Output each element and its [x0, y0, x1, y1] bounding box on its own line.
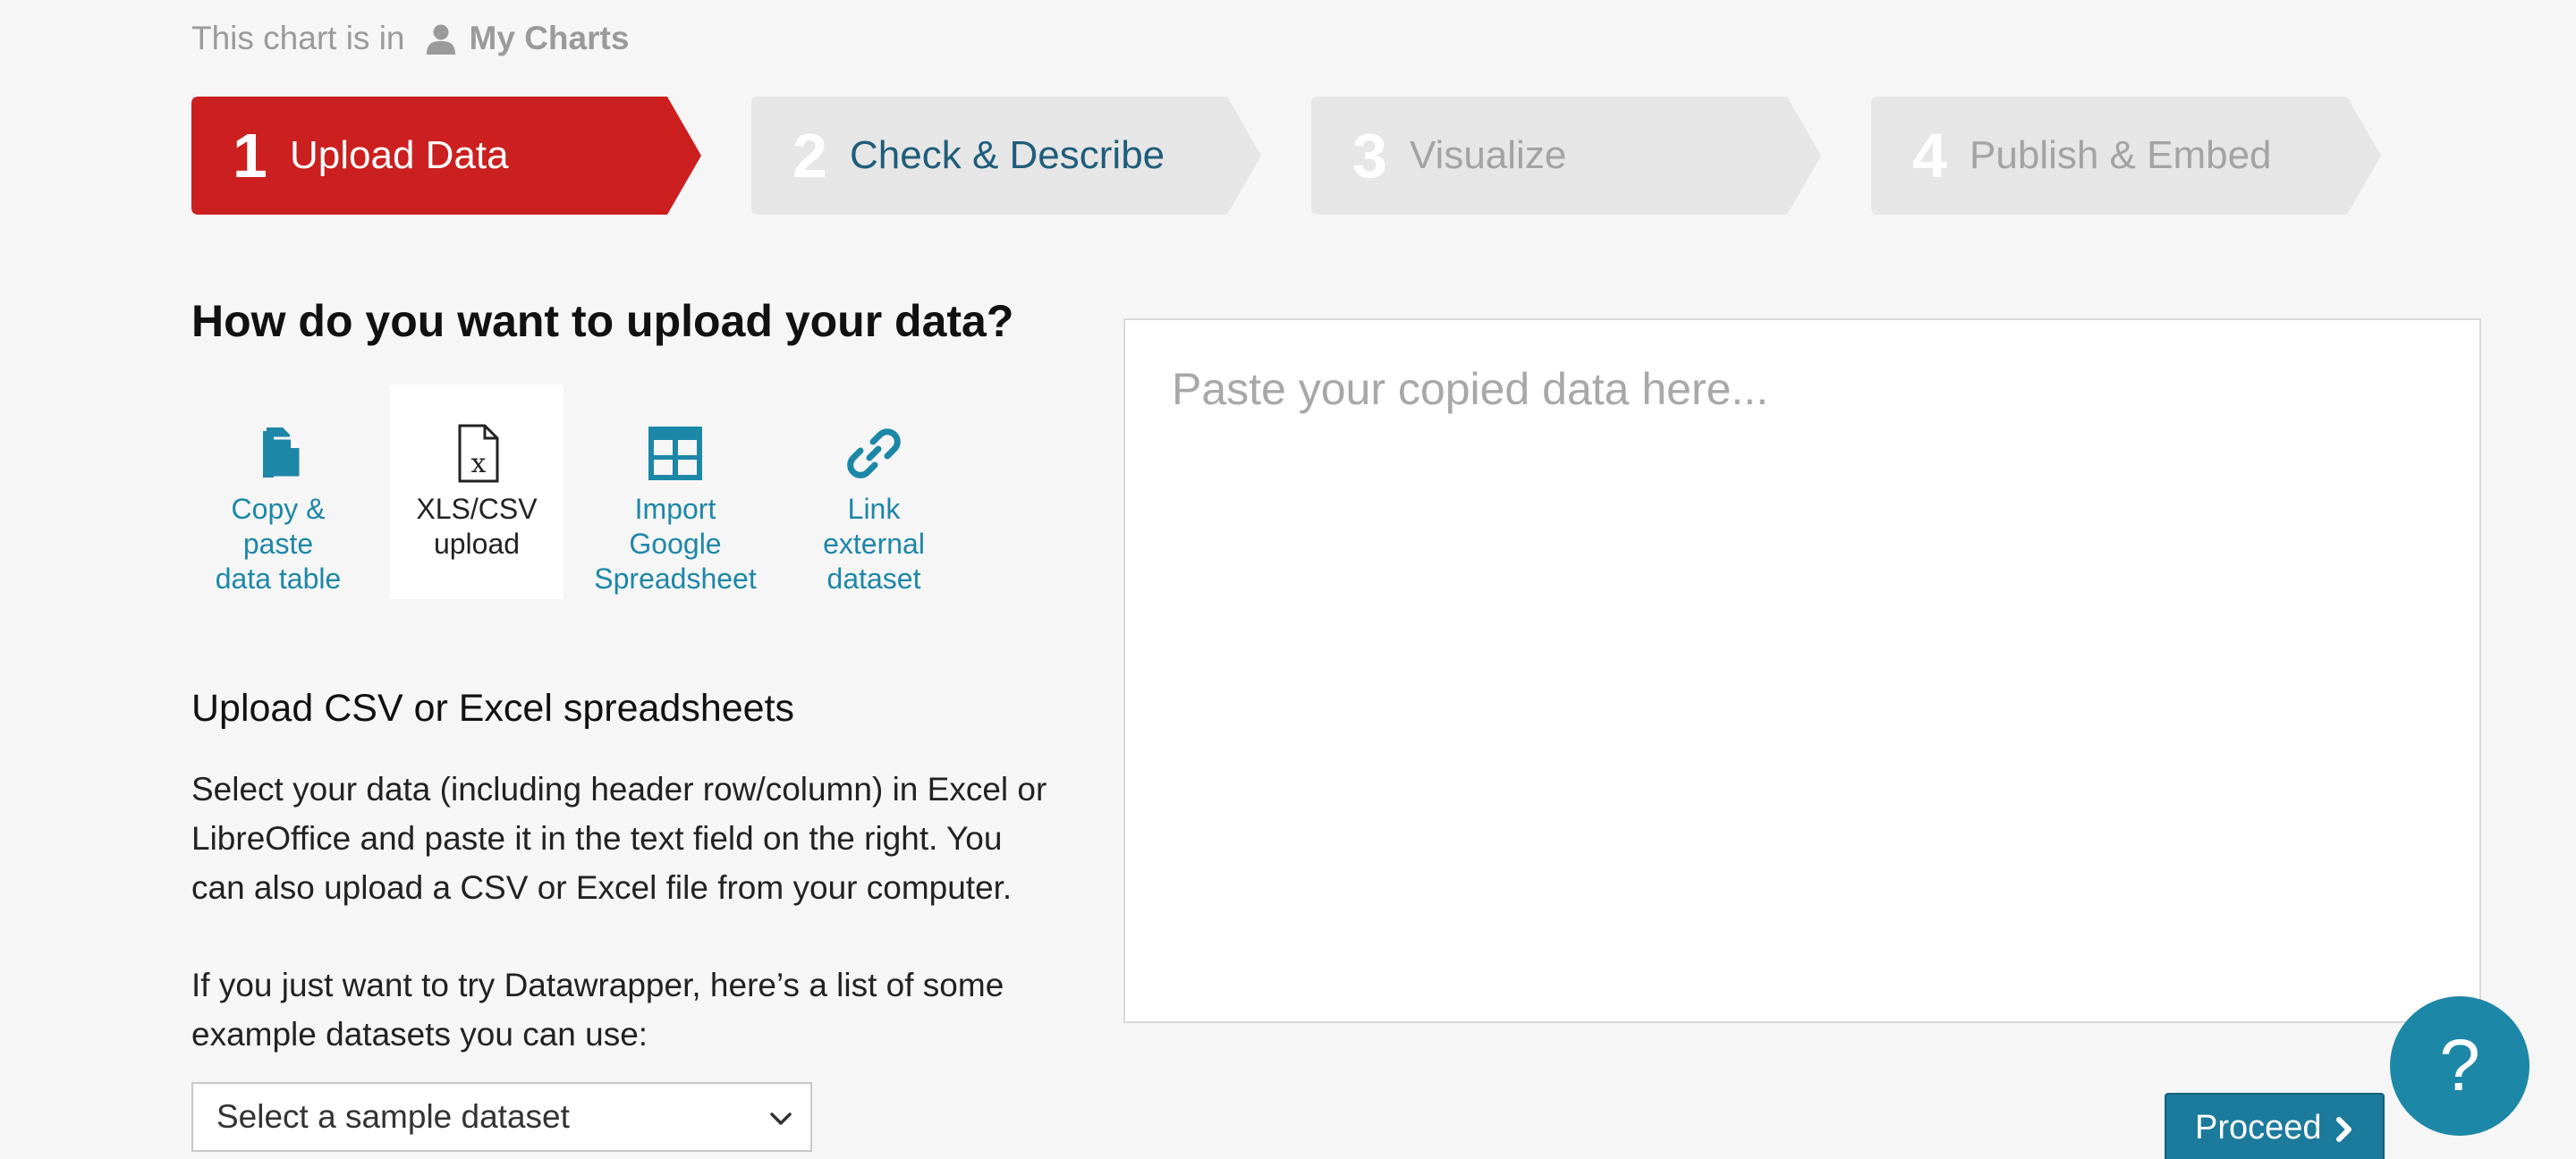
breadcrumb-prefix: This chart is in [191, 20, 405, 56]
upload-subheading: Upload CSV or Excel spreadsheets [191, 687, 795, 730]
link-icon [787, 422, 961, 485]
method-link-external[interactable]: Link external dataset [787, 385, 961, 599]
step-number: 2 [792, 121, 827, 190]
proceed-button[interactable]: Proceed [2165, 1093, 2385, 1159]
step-label: Visualize [1410, 133, 1567, 177]
chevron-down-icon [767, 1105, 794, 1137]
method-label: Link external dataset [823, 493, 925, 595]
sample-dataset-select[interactable]: Select a sample dataset [191, 1082, 812, 1152]
sample-intro-text: If you just want to try Datawrapper, her… [191, 967, 1004, 1053]
excel-file-icon: x [390, 422, 564, 485]
help-question-mark: ? [2439, 1025, 2480, 1106]
upload-heading: How do you want to upload your data? [191, 296, 1014, 346]
step-number: 3 [1352, 121, 1387, 190]
svg-text:x: x [471, 448, 487, 479]
spreadsheet-grid-icon [589, 422, 762, 485]
step-number: 1 [233, 121, 267, 190]
method-label: XLS/CSV upload [416, 493, 538, 560]
user-icon [425, 22, 457, 55]
method-label: Import Google Spreadsheet [594, 493, 757, 595]
step-check-describe[interactable]: 2 Check & Describe [751, 97, 1263, 215]
breadcrumb: This chart is in My Charts [191, 18, 629, 59]
help-button[interactable]: ? [2390, 996, 2529, 1136]
step-background [1311, 97, 1821, 215]
method-google-spreadsheet[interactable]: Import Google Spreadsheet [589, 385, 762, 599]
method-label: Copy & paste data table [215, 493, 342, 595]
paste-data-textarea[interactable] [1123, 318, 2481, 1023]
breadcrumb-folder-link[interactable]: My Charts [470, 20, 630, 57]
method-xls-csv-upload[interactable]: x XLS/CSV upload [390, 385, 564, 599]
step-visualize[interactable]: 3 Visualize [1311, 97, 1823, 215]
step-publish-embed[interactable]: 4 Publish & Embed [1871, 97, 2383, 215]
sample-dataset-value: Select a sample dataset [216, 1098, 570, 1135]
proceed-label: Proceed [2195, 1109, 2322, 1146]
upload-description: Select your data (including header row/c… [191, 771, 1047, 906]
step-upload-data[interactable]: 1 Upload Data [191, 97, 703, 215]
step-number: 4 [1912, 121, 1947, 190]
step-label: Upload Data [290, 133, 509, 177]
step-label: Check & Describe [850, 133, 1165, 177]
chevron-right-icon [2333, 1116, 2356, 1147]
step-label: Publish & Embed [1970, 133, 2272, 177]
copy-paste-icon [191, 422, 365, 485]
method-copy-paste[interactable]: Copy & paste data table [191, 385, 365, 599]
